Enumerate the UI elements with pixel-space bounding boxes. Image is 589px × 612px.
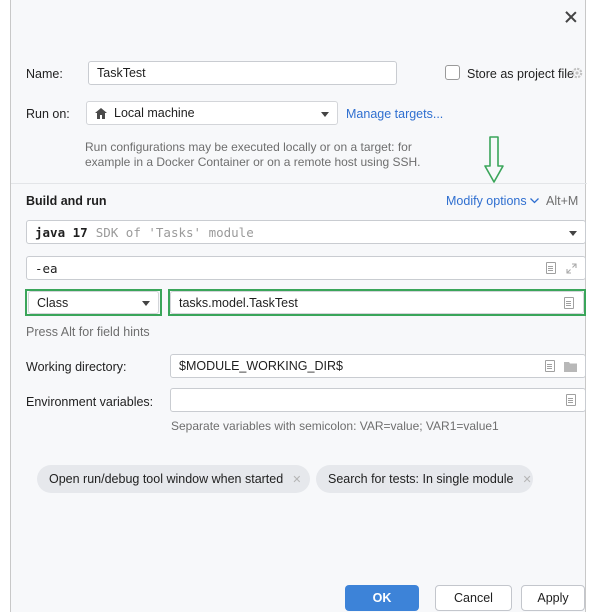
run-configuration-dialog: Name: TaskTest Store as project file Run… (10, 0, 587, 612)
expand-icon[interactable] (566, 263, 577, 274)
section-divider (11, 183, 587, 184)
environment-variables-label: Environment variables: (26, 395, 154, 409)
document-icon[interactable] (564, 297, 574, 309)
chevron-down-icon (569, 231, 577, 236)
field-hints-text: Press Alt for field hints (26, 325, 150, 339)
class-name-field[interactable]: tasks.model.TaskTest (170, 291, 584, 314)
name-label: Name: (26, 67, 63, 81)
folder-icon[interactable] (564, 361, 577, 372)
chip-label: Open run/debug tool window when started (49, 472, 284, 486)
build-and-run-heading: Build and run (26, 194, 107, 208)
close-icon[interactable]: ✕ (292, 473, 301, 486)
jdk-dropdown[interactable]: java 17 SDK of 'Tasks' module (26, 220, 586, 244)
down-arrow-annotation-icon (484, 136, 504, 183)
class-kind-value: Class (37, 295, 69, 310)
document-icon[interactable] (566, 394, 576, 406)
ok-button[interactable]: OK (345, 585, 419, 611)
class-kind-dropdown[interactable]: Class (28, 291, 159, 314)
run-on-dropdown[interactable]: Local machine (86, 101, 338, 125)
class-name-value: tasks.model.TaskTest (179, 295, 298, 310)
chevron-down-icon (530, 198, 539, 204)
sdk-version: java 17 (35, 224, 88, 240)
chevron-down-icon (321, 112, 329, 117)
document-icon[interactable] (546, 262, 556, 274)
vm-options-value: -ea (35, 260, 58, 276)
chip-open-tool-window[interactable]: Open run/debug tool window when started … (37, 465, 310, 493)
store-as-project-file-checkbox[interactable] (445, 65, 460, 80)
environment-variables-hint: Separate variables with semicolon: VAR=v… (171, 419, 499, 433)
modify-options-link[interactable]: Modify options (446, 194, 527, 208)
modify-options-shortcut: Alt+M (546, 194, 579, 208)
name-field[interactable]: TaskTest (88, 61, 397, 85)
cancel-button[interactable]: Cancel (435, 585, 512, 611)
gear-icon[interactable] (570, 66, 584, 80)
manage-targets-link[interactable]: Manage targets... (346, 107, 443, 121)
close-icon[interactable] (563, 10, 579, 26)
chip-search-for-tests[interactable]: Search for tests: In single module ✕ (316, 465, 533, 493)
name-value: TaskTest (97, 66, 146, 80)
run-on-hint-line2: example in a Docker Container or on a re… (85, 155, 421, 169)
chevron-down-icon (142, 301, 150, 306)
document-icon[interactable] (545, 360, 555, 372)
working-directory-value: $MODULE_WORKING_DIR$ (179, 359, 343, 373)
close-icon[interactable]: ✕ (523, 473, 532, 486)
title-bar (11, 0, 587, 40)
working-directory-label: Working directory: (26, 360, 127, 374)
store-as-project-file-label: Store as project file (467, 67, 574, 81)
run-on-value: Local machine (114, 106, 195, 120)
working-directory-field[interactable]: $MODULE_WORKING_DIR$ (170, 354, 586, 378)
home-icon (95, 107, 107, 119)
run-on-label: Run on: (26, 107, 70, 121)
chip-label: Search for tests: In single module (328, 472, 514, 486)
run-on-hint-line1: Run configurations may be executed local… (85, 140, 412, 154)
environment-variables-field[interactable] (170, 388, 586, 412)
apply-button[interactable]: Apply (521, 585, 585, 611)
vm-options-field[interactable]: -ea (26, 256, 586, 280)
sdk-detail: SDK of 'Tasks' module (95, 224, 254, 240)
